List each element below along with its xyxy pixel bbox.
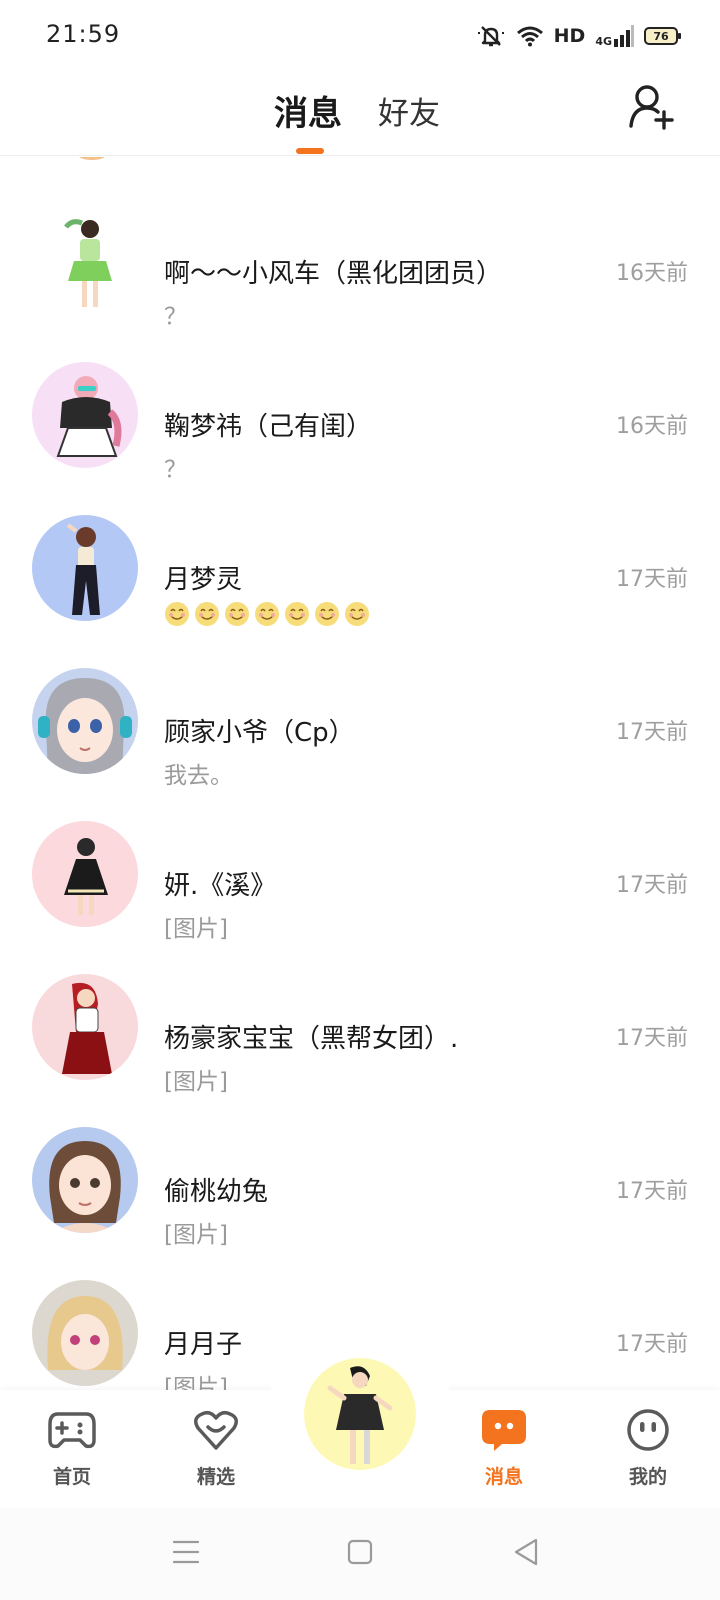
conversation-time: 17天前 [616, 873, 688, 898]
nav-messages[interactable]: 消息 [454, 1404, 554, 1494]
conversation-preview: 我去。 [164, 763, 233, 789]
conversation-name: 顾家小爷（Cp） [164, 718, 355, 748]
smile-emoji-icon [165, 602, 189, 626]
conversation-item[interactable]: 杨豪家宝宝（黑帮女团）. [图片] 17天前 [0, 960, 720, 1113]
nav-featured-label: 精选 [196, 1466, 235, 1488]
conversation-name: 杨豪家宝宝（黑帮女团）. [164, 1024, 459, 1054]
avatar[interactable] [32, 209, 138, 315]
avatar[interactable] [70, 157, 130, 161]
conversation-preview: [图片] [164, 1069, 228, 1095]
home-square-icon[interactable] [340, 1532, 380, 1572]
system-nav-bar [0, 1508, 720, 1600]
face-icon [627, 1409, 669, 1451]
wifi-icon [516, 26, 543, 47]
add-friend-icon[interactable] [628, 82, 676, 130]
conversation-name: 啊～～小风车（黑化团团员） [164, 259, 503, 289]
avatar[interactable] [32, 362, 138, 468]
conversation-item[interactable]: 月梦灵 17天前 [0, 501, 720, 654]
smile-emoji-icon [255, 602, 279, 626]
conversation-item[interactable]: 啊～～小风车（黑化团团员） ？ 16天前 [0, 195, 720, 348]
conversation-name: 月月子 [164, 1330, 243, 1360]
nav-home[interactable]: 首页 [22, 1404, 122, 1494]
avatar[interactable] [32, 1127, 138, 1233]
conversation-preview: ？ [164, 304, 187, 330]
conversation-list[interactable]: 啊～～小风车（黑化团团员） ？ 16天前 鞠梦祎（己有闺） ？ 16天前 月梦灵… [0, 157, 720, 1390]
smile-emoji-icon [315, 602, 339, 626]
conversation-preview: ？ [164, 457, 187, 483]
conversation-time: 17天前 [616, 1332, 688, 1357]
active-tab-indicator [296, 148, 324, 154]
battery-icon: 76 [644, 27, 681, 45]
conversation-name: 鞠梦祎（己有闺） [164, 412, 373, 442]
conversation-time: 16天前 [616, 414, 688, 439]
avatar[interactable] [32, 1280, 138, 1386]
smile-emoji-icon [285, 602, 309, 626]
conversation-name: 偷桃幼兔 [164, 1177, 269, 1207]
conversation-item[interactable]: 偷桃幼兔 [图片] 17天前 [0, 1113, 720, 1266]
conversation-item[interactable]: 鞠梦祎（己有闺） ？ 16天前 [0, 348, 720, 501]
conversation-time: 17天前 [616, 567, 688, 592]
nav-mine[interactable]: 我的 [598, 1404, 698, 1494]
bottom-nav: 首页 精选 消息 我的 [0, 1354, 720, 1508]
top-tab-bar: 消息 好友 [0, 72, 720, 156]
conversation-preview: [图片] [164, 1222, 228, 1248]
conversation-time: 16天前 [616, 261, 688, 286]
lte-label: 4G [595, 35, 612, 48]
conversation-name: 妍.《溪》 [164, 871, 277, 901]
conversation-preview: [图片] [164, 916, 228, 942]
status-time: 21:59 [46, 20, 121, 48]
conversation-time: 17天前 [616, 720, 688, 745]
avatar[interactable] [32, 515, 138, 621]
avatar[interactable] [32, 821, 138, 927]
avatar[interactable] [32, 974, 138, 1080]
nav-featured[interactable]: 精选 [166, 1404, 266, 1494]
conversation-time: 17天前 [616, 1179, 688, 1204]
status-bar: 21:59 HD 4G 76 [0, 0, 720, 72]
chat-bubble-icon [482, 1410, 526, 1451]
conversation-name: 月梦灵 [164, 565, 243, 595]
center-avatar-button[interactable] [304, 1358, 416, 1470]
conversation-item[interactable]: 顾家小爷（Cp） 我去。 17天前 [0, 654, 720, 807]
tab-messages[interactable]: 消息 [274, 86, 342, 135]
back-triangle-icon[interactable] [506, 1532, 546, 1572]
conversation-preview: [图片] [164, 1375, 228, 1390]
smile-emoji-icon [225, 602, 249, 626]
emoji-preview [164, 601, 370, 627]
nav-home-label: 首页 [52, 1466, 91, 1488]
nav-mine-label: 我的 [628, 1466, 667, 1488]
nav-messages-label: 消息 [484, 1466, 523, 1488]
menu-icon[interactable] [166, 1532, 206, 1572]
conversation-time: 17天前 [616, 1026, 688, 1051]
mute-icon [477, 26, 504, 47]
smile-emoji-icon [195, 602, 219, 626]
tab-friends[interactable]: 好友 [378, 88, 440, 133]
heart-icon [194, 1410, 238, 1450]
gamepad-icon [48, 1412, 96, 1449]
avatar[interactable] [32, 668, 138, 774]
conversation-item[interactable]: 妍.《溪》 [图片] 17天前 [0, 807, 720, 960]
network-label: HD [553, 25, 586, 47]
status-icons: HD 4G 76 [476, 22, 681, 50]
smile-emoji-icon [345, 602, 369, 626]
signal-icon: 4G [595, 25, 634, 47]
